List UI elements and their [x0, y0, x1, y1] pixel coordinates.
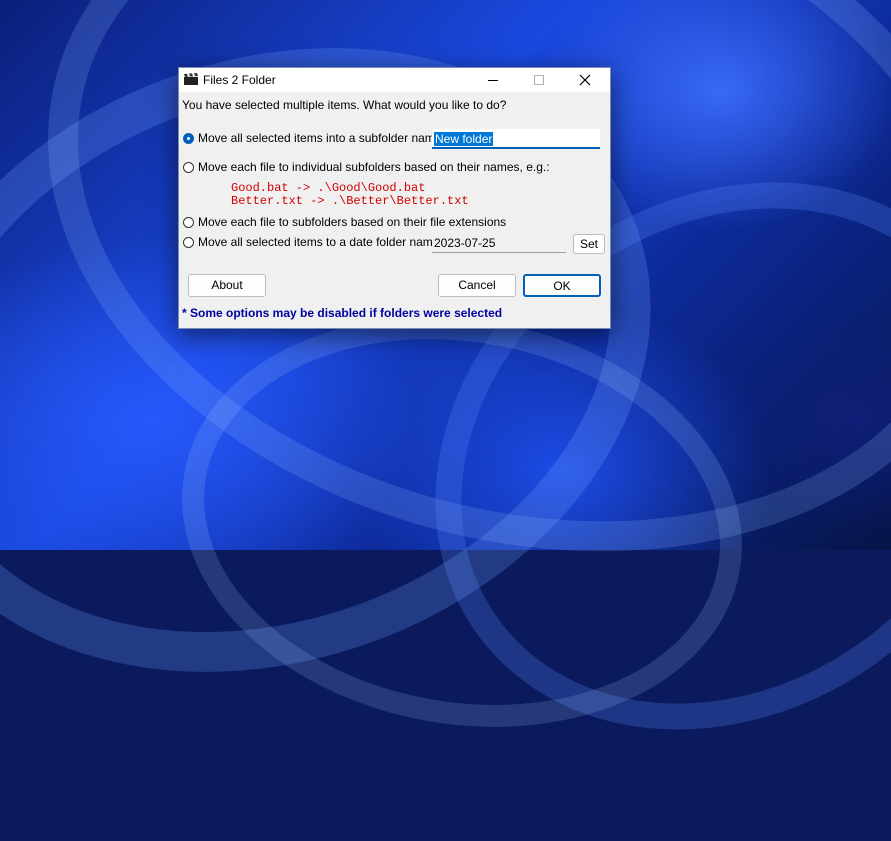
example-line: Good.bat -> .\Good\Good.bat — [231, 181, 426, 195]
ok-button[interactable]: OK — [523, 274, 601, 297]
radio-subfolder[interactable] — [183, 133, 194, 144]
footnote-text: * Some options may be disabled if folder… — [182, 306, 503, 320]
option-date-label[interactable]: Move all selected items to a date folder… — [198, 235, 449, 249]
wallpaper-swirl — [149, 274, 775, 770]
example-line: Better.txt -> .\Better\Better.txt — [231, 194, 469, 208]
set-button[interactable]: Set — [573, 234, 605, 254]
clapperboard-icon — [184, 73, 198, 85]
radio-extensions[interactable] — [183, 217, 194, 228]
maximize-icon — [516, 68, 562, 92]
option-subfolder-label[interactable]: Move all selected items into a subfolder… — [198, 131, 451, 145]
about-button[interactable]: About — [188, 274, 266, 297]
cancel-button[interactable]: Cancel — [438, 274, 516, 297]
minimize-icon[interactable] — [470, 68, 516, 92]
date-folder-input[interactable]: 2023-07-25 — [432, 234, 566, 253]
window-title: Files 2 Folder — [203, 73, 276, 87]
subfolder-name-input[interactable]: New folder — [432, 129, 600, 149]
dialog-prompt: You have selected multiple items. What w… — [182, 98, 507, 112]
date-folder-value: 2023-07-25 — [434, 236, 496, 250]
option-extensions-label[interactable]: Move each file to subfolders based on th… — [198, 215, 506, 229]
radio-date-folder[interactable] — [183, 237, 194, 248]
option-individual-label[interactable]: Move each file to individual subfolders … — [198, 160, 550, 174]
title-bar[interactable]: Files 2 Folder — [179, 68, 610, 92]
subfolder-name-value: New folder — [434, 132, 494, 146]
radio-individual-subfolders[interactable] — [183, 162, 194, 173]
files2folder-dialog: Files 2 Folder You have selected multipl… — [178, 67, 611, 329]
close-icon[interactable] — [562, 68, 608, 92]
